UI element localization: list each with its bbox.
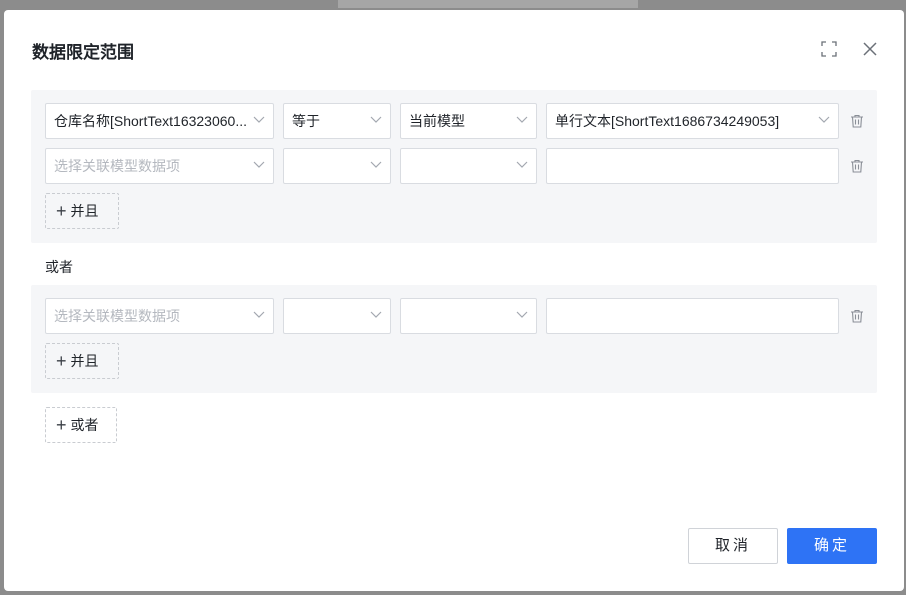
add-and-label: 并且 [70, 353, 99, 369]
chevron-down-icon [818, 116, 830, 123]
confirm-button[interactable]: 确定 [787, 528, 877, 564]
value-type-select[interactable]: 当前模型 [400, 103, 537, 139]
value-type-select[interactable] [400, 298, 537, 334]
trash-icon[interactable] [849, 308, 865, 324]
plus-icon: + [56, 351, 67, 371]
add-or-label: 或者 [70, 417, 99, 433]
plus-icon: + [56, 415, 67, 435]
add-and-button[interactable]: + 并且 [45, 343, 119, 379]
operator-select[interactable]: 等于 [283, 103, 391, 139]
field-select[interactable]: 仓库名称[ShortText16323060... [45, 103, 274, 139]
value-type-select[interactable] [400, 148, 537, 184]
value-input[interactable] [546, 298, 839, 334]
value-input[interactable] [546, 148, 839, 184]
chevron-down-icon [516, 161, 528, 168]
value-select[interactable]: 单行文本[ShortText1686734249053] [546, 103, 839, 139]
or-separator-label: 或者 [45, 259, 73, 275]
plus-icon: + [56, 201, 67, 221]
field-select-placeholder: 选择关联模型数据项 [54, 308, 180, 324]
field-select[interactable]: 选择关联模型数据项 [45, 148, 274, 184]
add-and-button[interactable]: + 并且 [45, 193, 119, 229]
dialog-title: 数据限定范围 [32, 43, 134, 62]
chevron-down-icon [253, 116, 265, 123]
close-icon[interactable] [861, 40, 879, 58]
condition-group-2: 选择关联模型数据项 + 并且 [31, 285, 877, 393]
data-scope-dialog: 数据限定范围 仓库名称[ShortText16323060... 等于 当前模型… [4, 10, 904, 591]
field-select[interactable]: 选择关联模型数据项 [45, 298, 274, 334]
operator-select[interactable] [283, 298, 391, 334]
chevron-down-icon [253, 311, 265, 318]
expand-icon[interactable] [820, 40, 838, 58]
add-and-label: 并且 [70, 203, 99, 219]
chevron-down-icon [516, 116, 528, 123]
value-type-select-value: 当前模型 [409, 113, 465, 129]
value-select-value: 单行文本[ShortText1686734249053] [555, 113, 780, 129]
chevron-down-icon [253, 161, 265, 168]
add-or-button[interactable]: + 或者 [45, 407, 117, 443]
field-select-value: 仓库名称[ShortText16323060... [54, 113, 247, 129]
field-select-placeholder: 选择关联模型数据项 [54, 158, 180, 174]
chevron-down-icon [370, 116, 382, 123]
cancel-button[interactable]: 取消 [688, 528, 778, 564]
backdrop-strip [338, 0, 638, 8]
trash-icon[interactable] [849, 158, 865, 174]
condition-group-1: 仓库名称[ShortText16323060... 等于 当前模型 单行文本[S… [31, 90, 877, 243]
operator-select[interactable] [283, 148, 391, 184]
chevron-down-icon [370, 161, 382, 168]
trash-icon[interactable] [849, 113, 865, 129]
chevron-down-icon [370, 311, 382, 318]
operator-select-value: 等于 [292, 113, 320, 129]
chevron-down-icon [516, 311, 528, 318]
